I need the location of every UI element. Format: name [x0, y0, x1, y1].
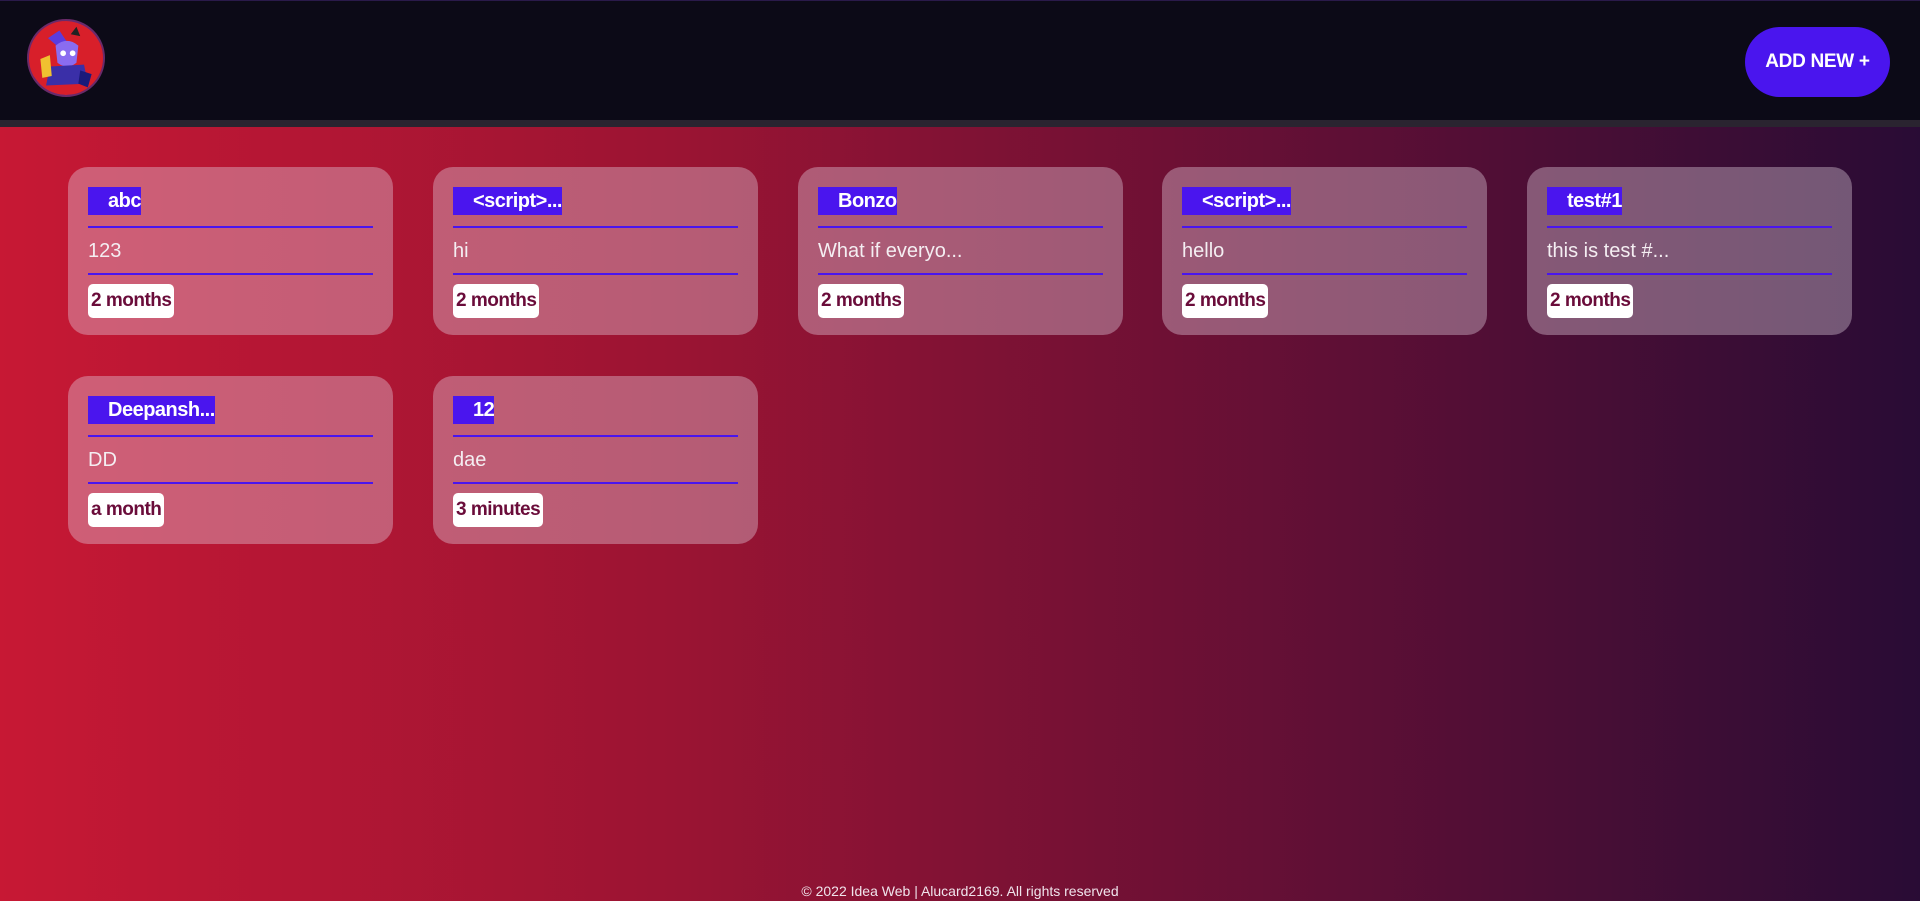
footer-copyright: © 2022 Idea Web | Alucard2169. All right…	[801, 883, 1119, 899]
logo-artwork	[29, 21, 103, 95]
idea-timestamp-badge: 2 months	[88, 284, 175, 318]
idea-title: Deepansh...	[88, 396, 215, 424]
divider	[88, 435, 373, 437]
divider	[818, 273, 1103, 275]
idea-timestamp-badge: 2 months	[818, 284, 905, 318]
idea-title: test#1	[1547, 187, 1622, 215]
divider	[88, 273, 373, 275]
avatar-logo-icon[interactable]	[27, 19, 105, 97]
idea-title: abc	[88, 187, 141, 215]
idea-description: dae	[453, 449, 487, 471]
idea-title: Bonzo	[818, 187, 897, 215]
divider	[1547, 273, 1832, 275]
idea-card[interactable]: abc 123 2 months	[68, 167, 393, 335]
idea-timestamp-badge: 2 months	[1182, 284, 1269, 318]
idea-timestamp-badge: 2 months	[453, 284, 540, 318]
header-divider	[0, 120, 1920, 127]
idea-timestamp-badge: a month	[88, 493, 165, 527]
divider	[818, 226, 1103, 228]
idea-timestamp-badge: 2 months	[1547, 284, 1634, 318]
idea-description: What if everyo...	[818, 240, 963, 262]
idea-description: this is test #...	[1547, 240, 1670, 262]
idea-title: 12	[453, 396, 495, 424]
idea-description: 123	[88, 240, 122, 262]
divider	[453, 482, 738, 484]
idea-title: <script>...	[453, 187, 563, 215]
divider	[453, 273, 738, 275]
divider	[88, 482, 373, 484]
idea-description: hi	[453, 240, 469, 262]
idea-description: hello	[1182, 240, 1225, 262]
divider	[88, 226, 373, 228]
idea-card[interactable]: <script>... hello 2 months	[1162, 167, 1487, 335]
divider	[1182, 273, 1467, 275]
idea-card[interactable]: test#1 this is test #... 2 months	[1527, 167, 1852, 335]
idea-card[interactable]: Bonzo What if everyo... 2 months	[798, 167, 1123, 335]
ideas-board: abc 123 2 months <script>... hi 2 months…	[0, 127, 1920, 901]
idea-title: <script>...	[1182, 187, 1292, 215]
idea-timestamp-badge: 3 minutes	[453, 493, 544, 527]
top-navigation-bar: ADD NEW +	[0, 0, 1920, 120]
idea-card[interactable]: 12 dae 3 minutes	[433, 376, 758, 544]
idea-card[interactable]: <script>... hi 2 months	[433, 167, 758, 335]
divider	[1547, 226, 1832, 228]
idea-card[interactable]: Deepansh... DD a month	[68, 376, 393, 544]
add-new-button[interactable]: ADD NEW +	[1745, 27, 1890, 97]
divider	[453, 226, 738, 228]
idea-description: DD	[88, 449, 117, 471]
divider	[1182, 226, 1467, 228]
divider	[453, 435, 738, 437]
